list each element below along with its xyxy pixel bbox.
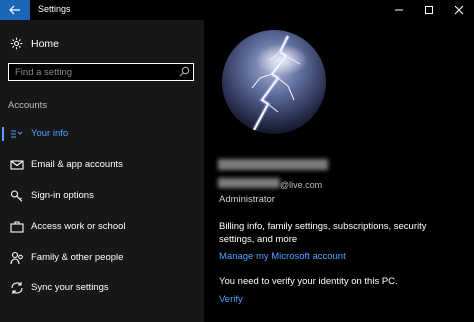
redacted-email-prefix [218, 178, 280, 188]
sidebar-item-label: Your info [31, 128, 69, 139]
sidebar-item-your-info[interactable]: Your info [0, 122, 204, 146]
sidebar-item-label: Email & app accounts [31, 159, 123, 170]
your-info-panel: @live.com Administrator Billing info, fa… [204, 20, 474, 322]
back-arrow-icon [9, 5, 20, 15]
verify-identity-message: You need to verify your identity on this… [219, 276, 398, 287]
sync-icon [11, 282, 23, 294]
section-label-accounts: Accounts [8, 100, 48, 111]
contact-card-icon [11, 130, 23, 138]
search-icon [179, 66, 190, 77]
manage-account-link[interactable]: Manage my Microsoft account [219, 251, 346, 262]
home-label: Home [31, 37, 60, 50]
sidebar-item-family-other-people[interactable]: Family & other people [0, 246, 204, 270]
sidebar-item-label: Access work or school [31, 221, 126, 232]
maximize-icon [425, 6, 433, 14]
sidebar-item-sync-settings[interactable]: Sync your settings [0, 276, 204, 300]
window-title: Settings [38, 4, 71, 14]
people-icon [10, 251, 23, 265]
sidebar: Home Accounts Your info Email & app acco… [0, 20, 204, 322]
active-indicator [2, 127, 4, 141]
close-icon [454, 5, 464, 15]
lightning-profile-picture [222, 30, 326, 134]
account-role: Administrator [219, 194, 275, 205]
sidebar-item-label: Sync your settings [31, 282, 109, 293]
minimize-button[interactable] [384, 0, 414, 20]
title-bar: Settings [0, 0, 474, 20]
redacted-name [218, 159, 328, 170]
search-input[interactable] [9, 64, 175, 80]
back-button[interactable] [0, 0, 30, 20]
gear-icon [10, 37, 23, 50]
verify-link[interactable]: Verify [219, 294, 243, 305]
maximize-button[interactable] [414, 0, 444, 20]
close-button[interactable] [444, 0, 474, 20]
avatar[interactable] [222, 30, 326, 134]
sidebar-item-email-app-accounts[interactable]: Email & app accounts [0, 153, 204, 177]
mail-icon [10, 160, 24, 170]
briefcase-icon [10, 221, 24, 233]
home-nav[interactable]: Home [10, 37, 59, 50]
sidebar-item-access-work-school[interactable]: Access work or school [0, 215, 204, 239]
search-box[interactable] [8, 63, 194, 81]
minimize-icon [395, 9, 403, 11]
billing-description: Billing info, family settings, subscript… [219, 221, 427, 245]
key-icon [10, 190, 23, 202]
sidebar-item-sign-in-options[interactable]: Sign-in options [0, 184, 204, 208]
sidebar-item-label: Family & other people [31, 252, 124, 263]
sidebar-item-label: Sign-in options [31, 190, 94, 201]
account-email-suffix: @live.com [280, 180, 323, 190]
